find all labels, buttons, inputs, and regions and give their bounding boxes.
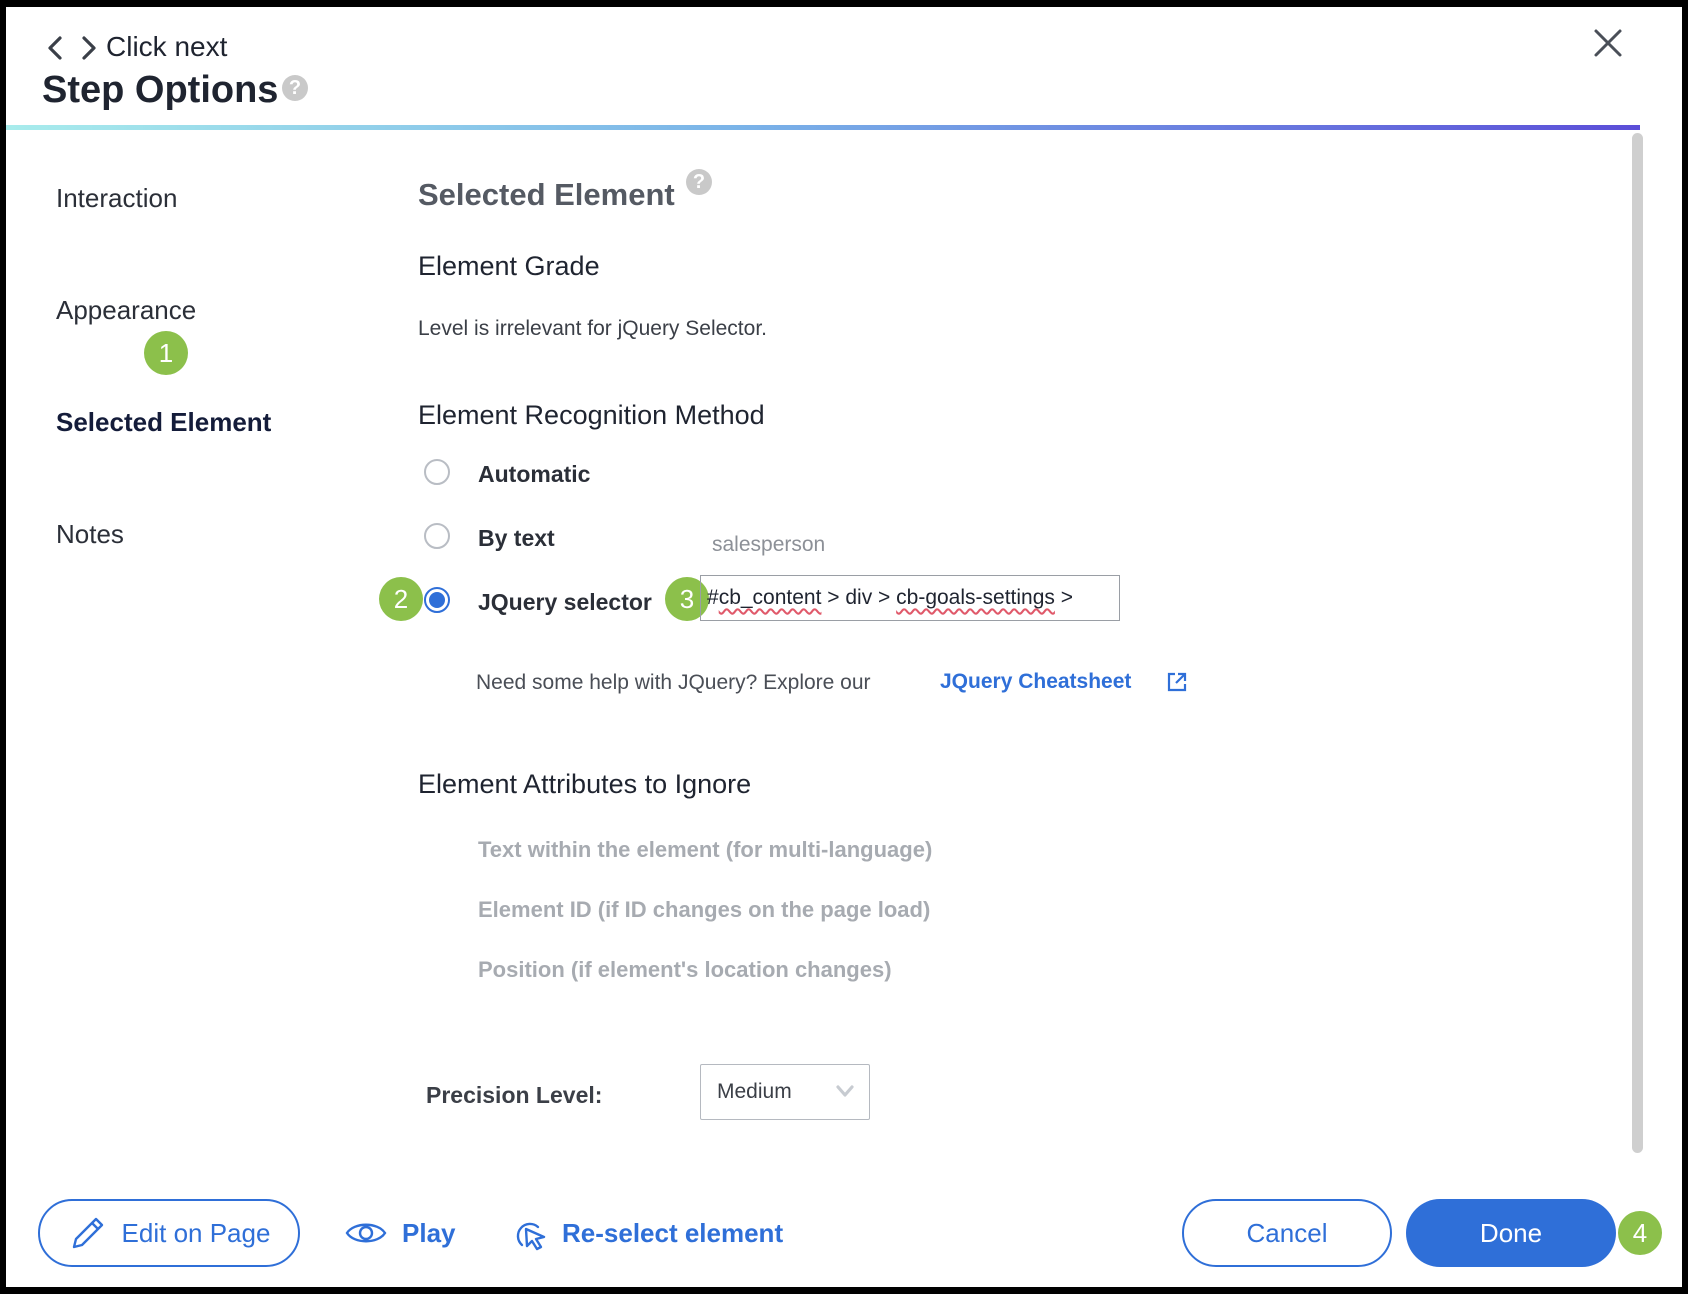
selector-part: # xyxy=(707,586,719,609)
cancel-button[interactable]: Cancel xyxy=(1182,1199,1392,1267)
reselect-element-button[interactable]: Re-select element xyxy=(508,1207,783,1259)
precision-select[interactable]: Medium xyxy=(700,1064,870,1120)
sidebar-item-interaction[interactable]: Interaction xyxy=(56,183,177,214)
precision-label: Precision Level: xyxy=(426,1082,603,1108)
element-grade-heading: Element Grade xyxy=(418,251,600,281)
selector-part: > xyxy=(1054,586,1074,609)
callout-badge-2: 2 xyxy=(379,577,423,621)
radio-automatic[interactable] xyxy=(424,459,450,485)
ignore-item-id: Element ID (if ID changes on the page lo… xyxy=(478,897,931,922)
jquery-cheatsheet-link[interactable]: JQuery Cheatsheet xyxy=(940,670,1131,694)
radio-label-automatic[interactable]: Automatic xyxy=(478,461,590,488)
step-nav xyxy=(44,35,100,61)
chevron-right-icon[interactable] xyxy=(78,35,100,61)
ignore-heading: Element Attributes to Ignore xyxy=(418,769,752,799)
sidebar-item-selected-element[interactable]: Selected Element xyxy=(56,407,271,438)
play-button[interactable]: Play xyxy=(344,1207,456,1259)
by-text-value: salesperson xyxy=(712,533,826,556)
done-label: Done xyxy=(1479,1217,1543,1248)
ignore-item-position: Position (if element's location changes) xyxy=(478,957,892,982)
chevron-down-icon xyxy=(836,1085,854,1097)
jquery-selector-input[interactable]: #cb_content > div > cb-goals-settings > xyxy=(700,575,1120,621)
radio-label-by-text[interactable]: By text xyxy=(478,525,555,552)
external-link-icon[interactable] xyxy=(1166,671,1188,693)
ignore-item-text: Text within the element (for multi-langu… xyxy=(478,837,933,862)
chevron-left-icon[interactable] xyxy=(44,35,66,61)
selector-part: cb_content xyxy=(718,586,822,609)
radio-label-jquery-selector[interactable]: JQuery selector xyxy=(478,589,652,616)
section-title: Selected Element xyxy=(418,177,675,212)
help-icon[interactable]: ? xyxy=(686,169,712,195)
selector-part: > div > xyxy=(821,586,897,609)
precision-value: Medium xyxy=(717,1080,792,1103)
scrollbar[interactable] xyxy=(1632,133,1643,1153)
reselect-label: Re-select element xyxy=(562,1217,784,1248)
selector-part: cb-goals-settings xyxy=(896,586,1055,609)
recognition-heading: Element Recognition Method xyxy=(418,400,765,430)
cursor-select-icon xyxy=(516,1222,546,1251)
callout-badge-1: 1 xyxy=(144,331,188,375)
element-grade-note: Level is irrelevant for jQuery Selector. xyxy=(418,317,767,340)
cancel-label: Cancel xyxy=(1246,1217,1328,1248)
eye-icon xyxy=(345,1223,387,1243)
pencil-icon xyxy=(72,1217,103,1249)
sidebar-item-appearance[interactable]: Appearance xyxy=(56,295,196,326)
play-label: Play xyxy=(402,1217,456,1248)
done-button[interactable]: Done xyxy=(1406,1199,1616,1267)
close-icon[interactable] xyxy=(1590,25,1626,61)
callout-badge-4: 4 xyxy=(1618,1211,1662,1255)
step-options-dialog: Click next Step Options ? Interaction Ap… xyxy=(6,7,1682,1287)
edit-on-page-label: Edit on Page xyxy=(121,1217,271,1248)
jquery-help-text: Need some help with JQuery? Explore our xyxy=(476,671,871,694)
sidebar-item-notes[interactable]: Notes xyxy=(56,519,124,550)
help-icon[interactable]: ? xyxy=(282,75,308,101)
dialog-title: Step Options xyxy=(42,69,279,111)
step-name: Click next xyxy=(106,31,228,62)
header-divider xyxy=(6,125,1640,130)
radio-jquery-selector[interactable] xyxy=(424,587,450,613)
radio-by-text[interactable] xyxy=(424,523,450,549)
edit-on-page-button[interactable]: Edit on Page xyxy=(38,1199,300,1267)
